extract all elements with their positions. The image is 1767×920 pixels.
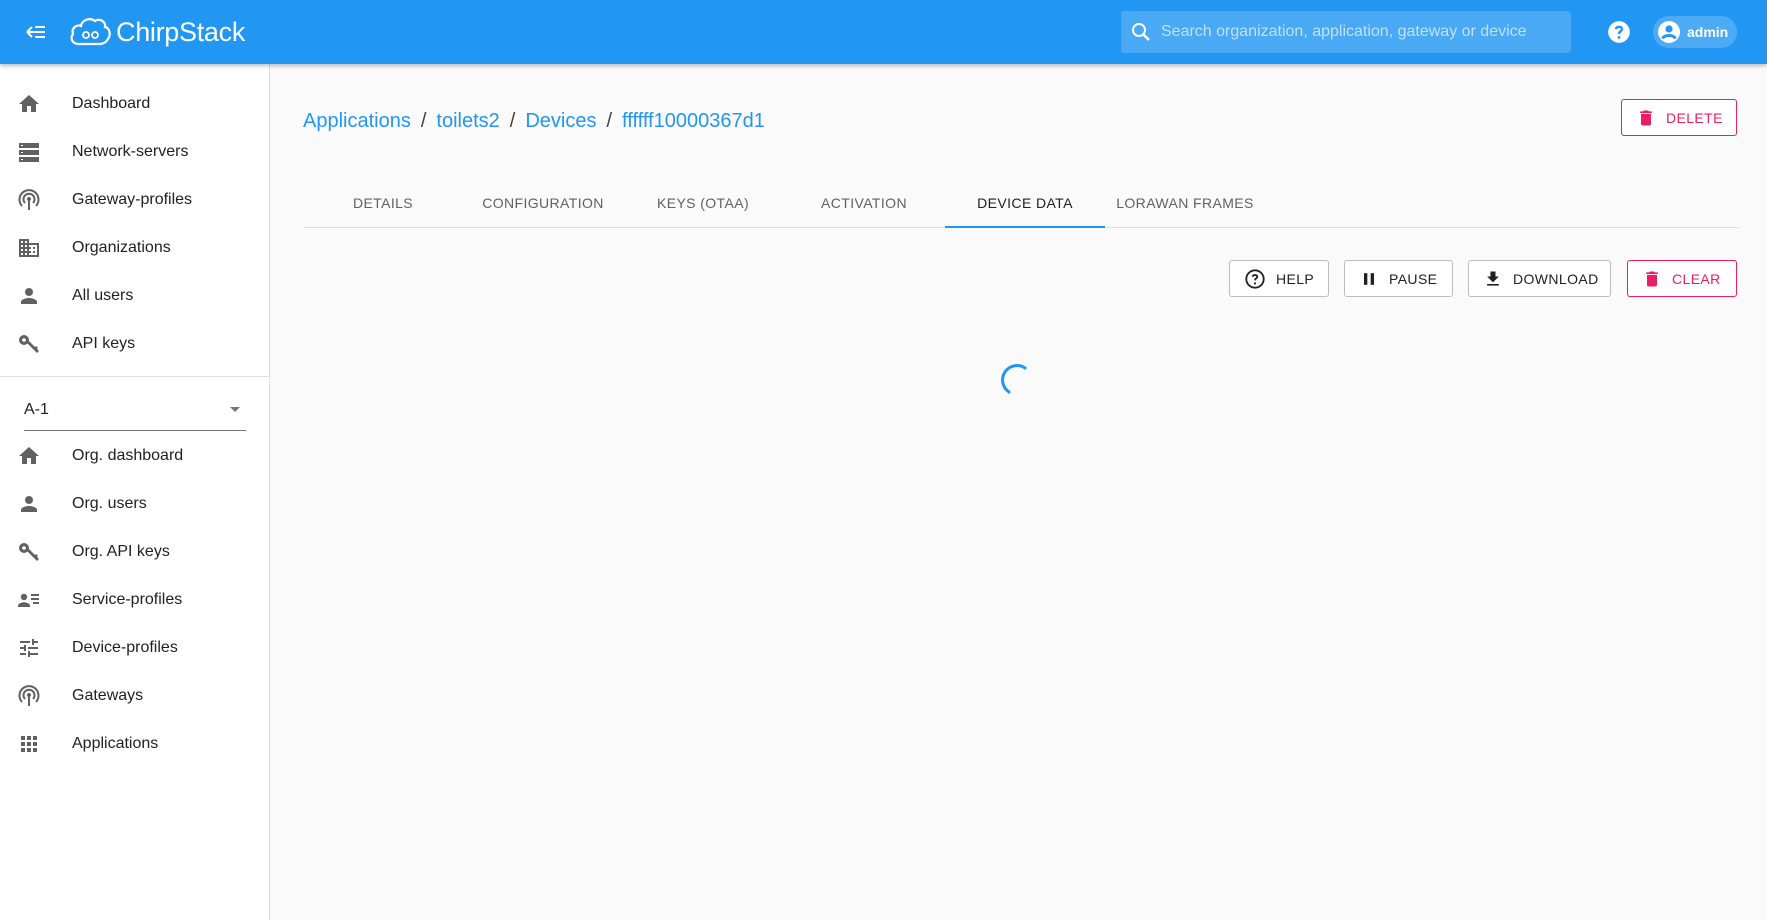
sidebar-item-org-dashboard[interactable]: Org. dashboard: [0, 432, 269, 480]
sidebar-item-label: All users: [72, 287, 134, 304]
pause-button-label: PAUSE: [1389, 270, 1438, 287]
tab-lorawan-frames[interactable]: LORAWAN FRAMES: [1105, 178, 1265, 228]
tune-icon: [20, 639, 38, 657]
tab-configuration[interactable]: CONFIGURATION: [463, 178, 623, 228]
search-bar[interactable]: [1121, 11, 1571, 53]
sidebar-item-network-servers[interactable]: Network-servers: [0, 128, 269, 176]
account-circle-icon: [1658, 21, 1680, 43]
sidebar-item-all-users[interactable]: All users: [0, 272, 269, 320]
tab-label: DETAILS: [352, 195, 414, 211]
sidebar-item-applications[interactable]: Applications: [0, 720, 269, 768]
help-button-label: HELP: [1276, 270, 1315, 287]
organization-select[interactable]: A-1: [24, 389, 246, 431]
active-tab-indicator: [945, 226, 1105, 228]
cloud-logo-icon: [70, 18, 111, 46]
chirpstack-logo[interactable]: ChirpStack: [68, 10, 245, 54]
sidebar-item-gateways[interactable]: Gateways: [0, 672, 269, 720]
sidebar-item-label: Network-servers: [72, 143, 189, 160]
clear-button[interactable]: CLEAR: [1627, 260, 1737, 297]
help-button[interactable]: HELP: [1229, 260, 1329, 297]
tab-activation[interactable]: ACTIVATION: [784, 178, 944, 228]
pause-icon: [1364, 272, 1374, 285]
delete-button-label: DELETE: [1666, 109, 1723, 126]
sidebar-item-label: Service-profiles: [72, 591, 183, 608]
clear-button-label: CLEAR: [1672, 270, 1721, 287]
sidebar-item-label: Dashboard: [72, 95, 151, 112]
app-bar: ChirpStack admin: [0, 0, 1767, 64]
breadcrumb-device-link[interactable]: ffffff10000367d1: [622, 110, 765, 133]
sidebar-item-label: Device-profiles: [72, 639, 178, 656]
sidebar-divider: [0, 376, 269, 377]
sidebar-item-label: Org. users: [72, 495, 147, 512]
download-button-label: DOWNLOAD: [1513, 270, 1599, 287]
domain-icon: [19, 239, 39, 257]
trash-icon: [1640, 110, 1652, 125]
user-menu-button[interactable]: admin: [1653, 16, 1737, 48]
dropdown-arrow-icon: [230, 407, 240, 412]
breadcrumb: Applications / toilets2 / Devices / ffff…: [303, 110, 765, 133]
sidebar-item-org-api-keys[interactable]: Org. API keys: [0, 528, 269, 576]
key-icon: [19, 543, 39, 561]
tab-label: CONFIGURATION: [482, 195, 604, 211]
sidebar-item-label: Organizations: [72, 239, 171, 256]
key-icon: [19, 335, 39, 353]
sidebar-item-dashboard[interactable]: Dashboard: [0, 80, 269, 128]
sidebar-item-label: Org. API keys: [72, 543, 170, 560]
sidebar-item-device-profiles[interactable]: Device-profiles: [0, 624, 269, 672]
tab-details[interactable]: DETAILS: [303, 178, 463, 228]
help-circle-icon: [1245, 268, 1265, 289]
breadcrumb-separator: /: [420, 110, 427, 132]
breadcrumb-separator: /: [606, 110, 613, 132]
sidebar-item-label: Applications: [72, 735, 159, 752]
pause-button[interactable]: PAUSE: [1344, 260, 1453, 297]
account-icon: [21, 288, 37, 304]
sidebar-item-label: Gateways: [72, 687, 144, 704]
sidebar-item-label: Org. dashboard: [72, 447, 184, 464]
delete-button[interactable]: DELETE: [1621, 99, 1737, 136]
breadcrumb-applications-link[interactable]: Applications: [303, 110, 411, 133]
tab-device-data[interactable]: DEVICE DATA: [945, 178, 1105, 228]
sidebar-item-gateway-profiles[interactable]: Gateway-profiles: [0, 176, 269, 224]
home-icon: [19, 447, 39, 464]
user-name: admin: [1687, 24, 1729, 40]
loading-spinner-icon: [1001, 364, 1027, 394]
breadcrumb-separator: /: [509, 110, 516, 132]
sidebar-item-organizations[interactable]: Organizations: [0, 224, 269, 272]
search-input[interactable]: [1161, 23, 1561, 41]
sidebar-item-service-profiles[interactable]: Service-profiles: [0, 576, 269, 624]
tab-label: KEYS (OTAA): [656, 195, 750, 211]
device-tabs: DETAILS CONFIGURATION KEYS (OTAA) ACTIVA…: [303, 178, 1739, 228]
sidebar-item-api-keys[interactable]: API keys: [0, 320, 269, 368]
breadcrumb-application-link[interactable]: toilets2: [436, 110, 499, 133]
tab-label: LORAWAN FRAMES: [1116, 195, 1254, 211]
sidebar-item-org-users[interactable]: Org. users: [0, 480, 269, 528]
tab-label: DEVICE DATA: [977, 195, 1073, 211]
radio-tower-icon: [18, 189, 40, 210]
organization-select-value: A-1: [24, 401, 49, 418]
breadcrumb-devices-link[interactable]: Devices: [525, 110, 596, 133]
search-icon: [1132, 23, 1150, 41]
account-details-icon: [18, 593, 39, 607]
tab-label: ACTIVATION: [821, 195, 907, 211]
server-icon: [19, 143, 39, 162]
logo-text: ChirpStack: [116, 16, 246, 47]
sidebar-item-label: API keys: [72, 335, 136, 352]
help-icon[interactable]: [1606, 19, 1632, 45]
download-button[interactable]: DOWNLOAD: [1468, 260, 1611, 297]
home-icon: [19, 95, 39, 112]
download-icon: [1487, 271, 1499, 286]
sidebar: Dashboard Network-servers Gateway-profil…: [0, 64, 270, 920]
account-icon: [21, 496, 37, 512]
apps-icon: [21, 736, 37, 752]
radio-tower-icon: [18, 685, 40, 706]
tab-keys-otaa[interactable]: KEYS (OTAA): [623, 178, 783, 228]
menu-collapse-icon[interactable]: [20, 18, 52, 46]
sidebar-item-label: Gateway-profiles: [72, 191, 193, 208]
trash-icon: [1646, 271, 1658, 286]
